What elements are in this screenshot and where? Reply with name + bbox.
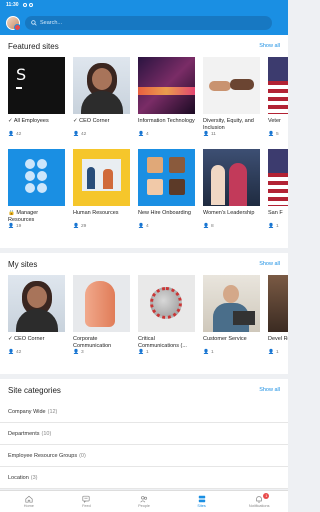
app-bar: Search... bbox=[0, 10, 288, 35]
member-count: 👤 4 bbox=[138, 132, 149, 137]
site-tile[interactable]: New Hire Onboarding 👤 4 bbox=[138, 149, 195, 229]
nav-home[interactable]: Home bbox=[0, 491, 58, 512]
site-tile[interactable]: ✓ CEO Corner 👤 42 bbox=[8, 275, 65, 355]
site-thumbnail bbox=[268, 275, 288, 332]
my-sites-title: My sites bbox=[8, 259, 38, 269]
site-thumbnail bbox=[73, 275, 130, 332]
person-icon: 👤 bbox=[203, 350, 209, 355]
person-icon: 👤 bbox=[268, 224, 274, 229]
status-icons bbox=[22, 3, 33, 7]
people-icon bbox=[140, 496, 148, 503]
home-icon bbox=[25, 495, 33, 503]
member-count: 👤 1 bbox=[268, 350, 279, 355]
site-thumbnail bbox=[138, 275, 195, 332]
site-tile[interactable]: Information Technology 👤 4 bbox=[138, 57, 195, 137]
member-count: 👤 3 bbox=[73, 350, 84, 355]
category-item[interactable]: Location (3) bbox=[0, 467, 288, 489]
site-thumbnail bbox=[138, 57, 195, 114]
site-tile[interactable]: Critical Communications (... 👤 1 bbox=[138, 275, 195, 355]
my-sites-show-all-link[interactable]: Show all bbox=[259, 261, 280, 267]
person-icon: 👤 bbox=[8, 132, 14, 137]
featured-sites-section: Featured sites Show all S ✓ All Employee… bbox=[0, 35, 288, 248]
status-app-icon bbox=[28, 3, 33, 7]
site-tile[interactable]: S ✓ All Employees 👤 42 bbox=[8, 57, 65, 137]
member-count: 👤 4 bbox=[138, 224, 149, 229]
site-tile[interactable]: Devel Resou 👤1 bbox=[268, 275, 288, 355]
member-count: 👤 42 bbox=[73, 132, 87, 137]
person-icon: 👤 bbox=[8, 224, 14, 229]
site-tile[interactable]: Customer Service 👤 1 bbox=[203, 275, 260, 355]
nav-sites[interactable]: Sites bbox=[173, 491, 231, 512]
site-categories-section: Site categories Show all Company Wide (12… bbox=[0, 379, 288, 489]
member-count: 👤 1 bbox=[138, 350, 149, 355]
person-icon: 👤 bbox=[268, 132, 274, 137]
bell-icon bbox=[256, 496, 262, 503]
site-thumbnail bbox=[8, 275, 65, 332]
site-tile[interactable]: Human Resources 👤 29 bbox=[73, 149, 130, 229]
site-tile[interactable]: Women's Leadership 👤 8 bbox=[203, 149, 260, 229]
person-icon: 👤 bbox=[73, 224, 79, 229]
person-icon: 👤 bbox=[138, 132, 144, 137]
nav-notifications[interactable]: 1 Notifications bbox=[230, 491, 288, 512]
my-sites-row: ✓ CEO Corner 👤 42 Corporate Communication… bbox=[0, 275, 288, 355]
status-bar: 11:30 bbox=[0, 0, 288, 10]
member-count: 👤 11 bbox=[203, 132, 216, 137]
site-thumbnail bbox=[268, 57, 288, 114]
feed-icon bbox=[82, 495, 90, 503]
nav-feed[interactable]: Feed bbox=[58, 491, 116, 512]
search-input[interactable]: Search... bbox=[25, 15, 272, 30]
site-tile[interactable]: San F 👤 1 bbox=[268, 149, 288, 229]
person-icon: 👤 bbox=[73, 350, 79, 355]
site-tile[interactable]: ✓ CEO Corner 👤 42 bbox=[73, 57, 130, 137]
site-categories-title: Site categories bbox=[8, 385, 61, 395]
site-thumbnail bbox=[203, 149, 260, 206]
member-count: 👤 19 bbox=[8, 224, 22, 229]
member-count: 👤 5 bbox=[268, 132, 279, 137]
category-item[interactable]: Employee Resource Groups (0) bbox=[0, 445, 288, 467]
site-thumbnail bbox=[73, 149, 130, 206]
site-thumbnail: S bbox=[8, 57, 65, 114]
category-item[interactable]: Departments (10) bbox=[0, 423, 288, 445]
person-icon: 👤 bbox=[203, 132, 209, 137]
member-count: 👤 1 bbox=[268, 224, 279, 229]
status-time: 11:30 bbox=[6, 2, 19, 8]
member-count: 👤 1 bbox=[203, 350, 214, 355]
bottom-nav: Home Feed People Sites 1 Notifications bbox=[0, 490, 288, 512]
member-count: 👤 8 bbox=[203, 224, 214, 229]
site-tile[interactable]: Diversity, Equity, and Inclusion 👤 11 bbox=[203, 57, 260, 137]
person-icon: 👤 bbox=[138, 350, 144, 355]
featured-sites-title: Featured sites bbox=[8, 41, 59, 51]
featured-row-2: 🔒 Manager Resources 👤 19 Human Resources … bbox=[0, 149, 288, 229]
site-tile[interactable]: Veter 👤 5 bbox=[268, 57, 288, 137]
person-icon: 👤 bbox=[268, 350, 274, 355]
member-count: 👤 42 bbox=[8, 132, 22, 137]
nav-people[interactable]: People bbox=[115, 491, 173, 512]
status-notification-icon bbox=[22, 3, 27, 7]
search-placeholder: Search... bbox=[40, 19, 63, 26]
site-thumbnail bbox=[203, 275, 260, 332]
featured-row-1: S ✓ All Employees 👤 42 ✓ CEO Corner 👤 42 I… bbox=[0, 57, 288, 137]
avatar[interactable] bbox=[6, 15, 21, 31]
member-count: 👤 42 bbox=[8, 350, 22, 355]
featured-show-all-link[interactable]: Show all bbox=[259, 43, 280, 49]
person-icon: 👤 bbox=[73, 132, 79, 137]
sites-icon bbox=[198, 495, 205, 503]
site-thumbnail bbox=[73, 57, 130, 114]
person-icon: 👤 bbox=[203, 224, 209, 229]
site-thumbnail bbox=[203, 57, 260, 114]
search-icon bbox=[31, 19, 37, 26]
site-tile[interactable]: Corporate Communication 👤 3 bbox=[73, 275, 130, 355]
my-sites-section: My sites Show all ✓ CEO Corner 👤 42 Corpo… bbox=[0, 253, 288, 374]
site-thumbnail bbox=[8, 149, 65, 206]
member-count: 👤 29 bbox=[73, 224, 87, 229]
person-icon: 👤 bbox=[138, 224, 144, 229]
categories-show-all-link[interactable]: Show all bbox=[259, 387, 280, 393]
site-thumbnail bbox=[268, 149, 288, 206]
site-thumbnail bbox=[138, 149, 195, 206]
category-item[interactable]: Company Wide (12) bbox=[0, 401, 288, 423]
main-scroll[interactable]: Featured sites Show all S ✓ All Employee… bbox=[0, 35, 288, 490]
person-icon: 👤 bbox=[8, 350, 14, 355]
site-tile[interactable]: 🔒 Manager Resources 👤 19 bbox=[8, 149, 65, 229]
notification-badge: 1 bbox=[263, 493, 270, 499]
